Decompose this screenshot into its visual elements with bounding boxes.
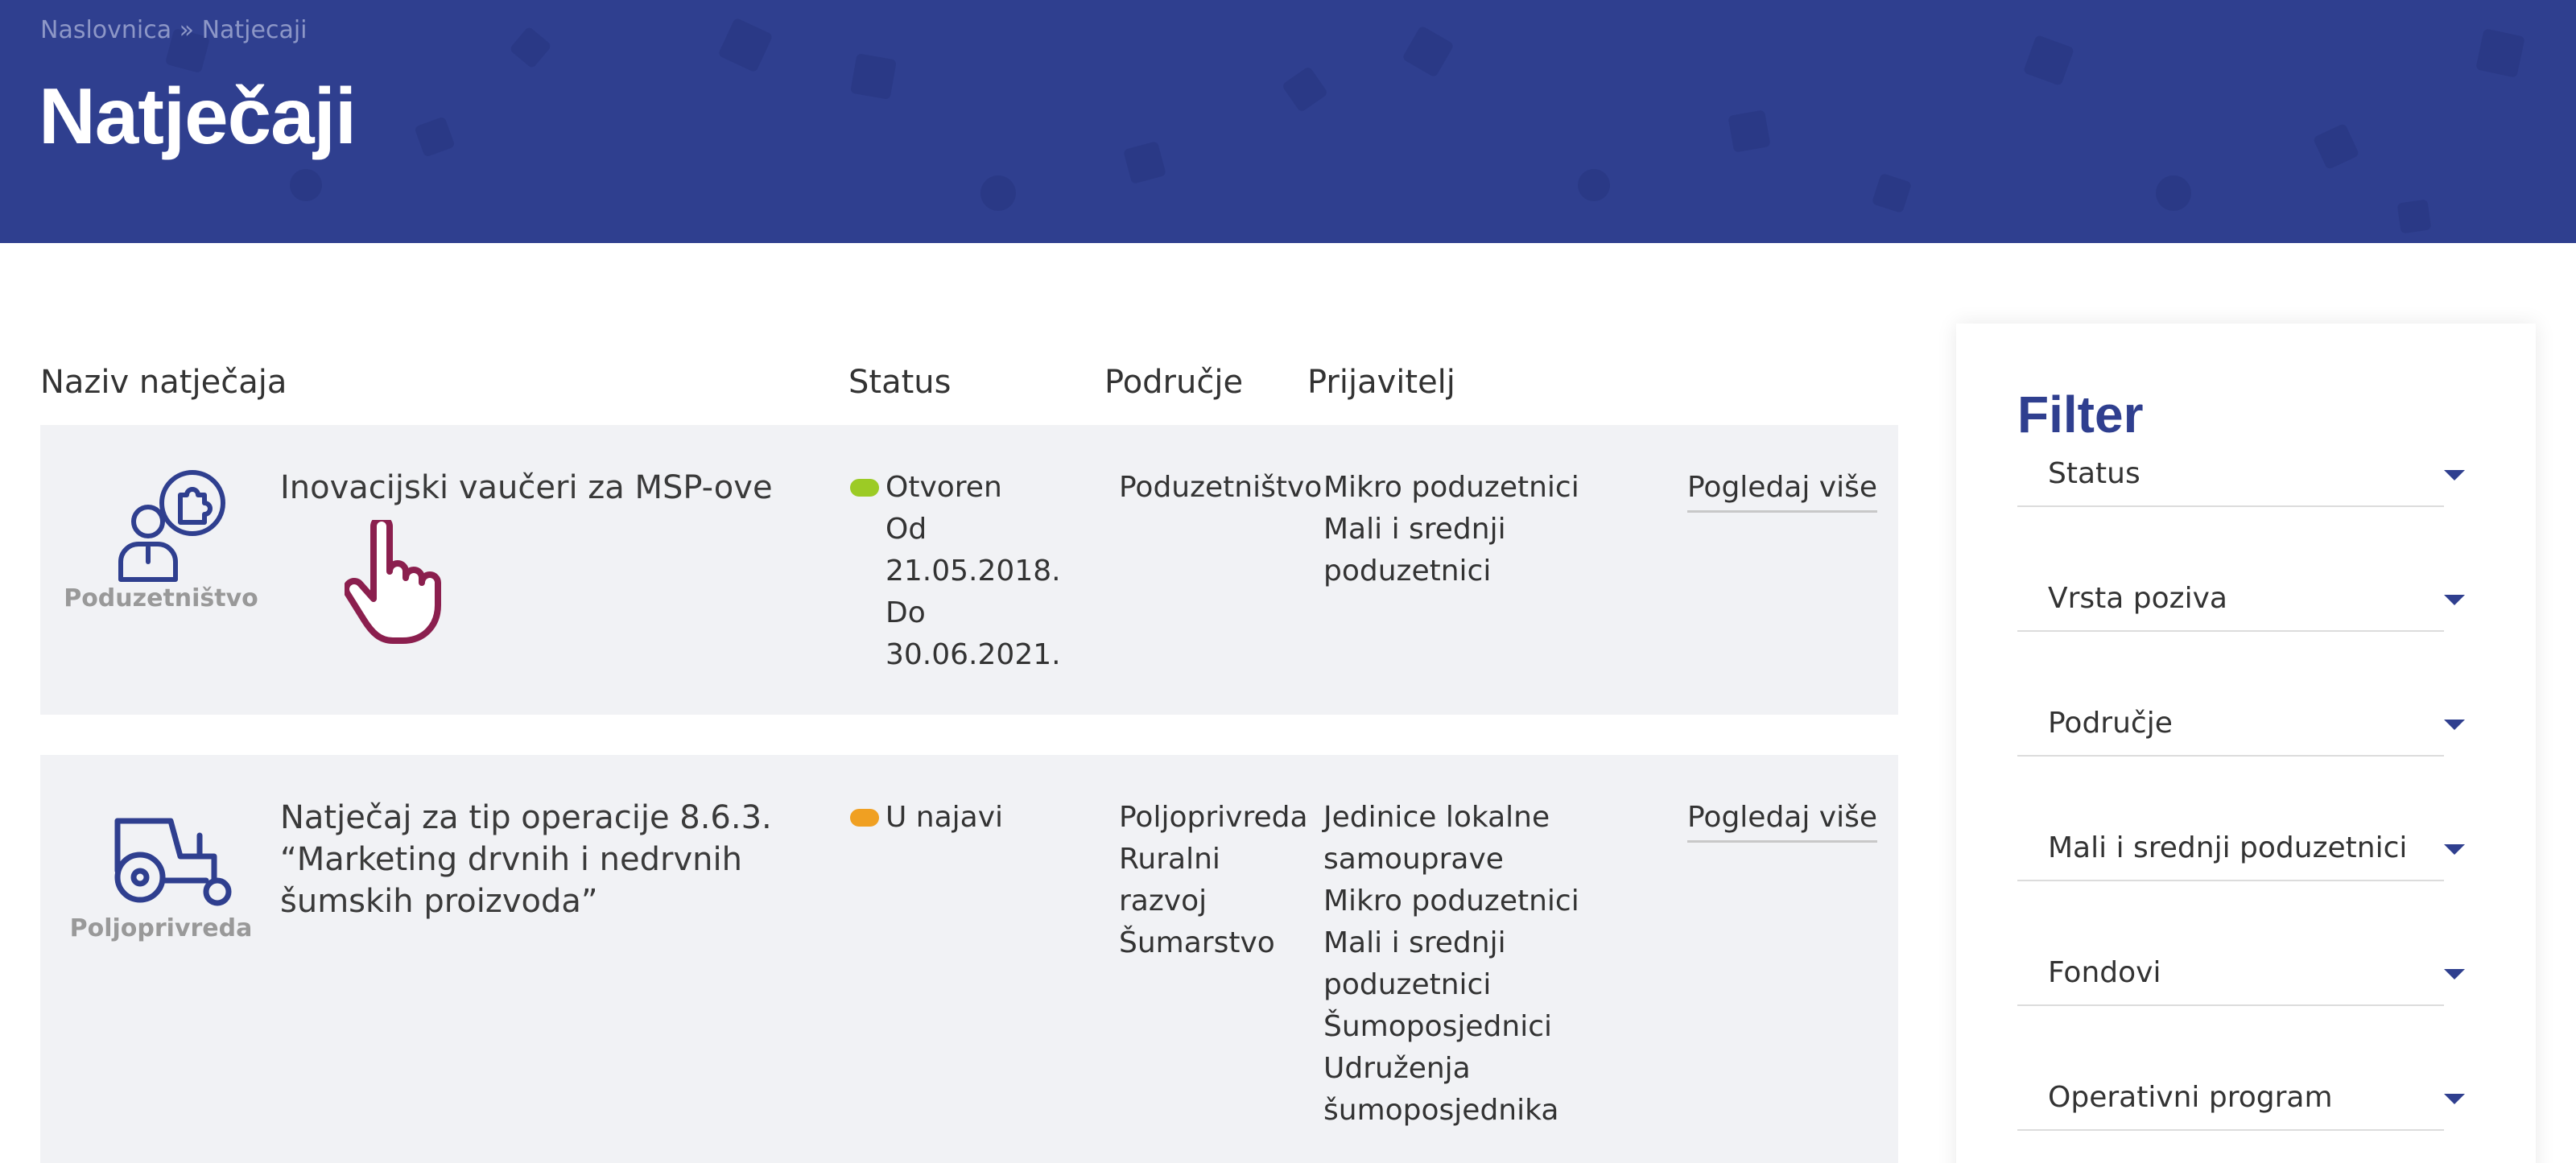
area-value: Ruralni bbox=[1119, 843, 1220, 876]
date-label-to: Do bbox=[886, 596, 926, 629]
filter-area-dropdown[interactable]: Područje bbox=[2017, 676, 2465, 757]
area-value: Poljoprivreda bbox=[1119, 801, 1308, 834]
caret-down-icon bbox=[2444, 470, 2465, 480]
applicant-value: samouprave bbox=[1323, 843, 1504, 876]
area-cell: Poduzetništvo bbox=[1119, 467, 1323, 509]
applicant-value: Šumoposjednici bbox=[1323, 1010, 1553, 1043]
filter-label: Mali i srednji poduzetnici bbox=[2048, 831, 2408, 864]
applicant-value: Mikro poduzetnici bbox=[1323, 471, 1579, 504]
applicant-cell: Jedinice lokalne samouprave Mikro poduze… bbox=[1323, 797, 1581, 1132]
area-value: Poduzetništvo bbox=[1119, 471, 1323, 504]
filter-label: Vrsta poziva bbox=[2048, 582, 2227, 615]
column-header-name: Naziv natječaja bbox=[40, 364, 287, 401]
page-header-banner: Naslovnica » Natjecaji Natječaji bbox=[0, 0, 2576, 243]
caret-down-icon bbox=[2444, 844, 2465, 855]
applicant-value: Jedinice lokalne bbox=[1323, 801, 1550, 834]
table-row: Poduzetništvo Inovacijski vaučeri za MSP… bbox=[40, 425, 1898, 715]
filter-label: Status bbox=[2048, 457, 2140, 490]
status-dot-upcoming bbox=[850, 809, 879, 827]
date-label-from: Od bbox=[886, 513, 927, 546]
filter-sme-dropdown[interactable]: Mali i srednji poduzetnici bbox=[2017, 801, 2465, 881]
applicant-value: poduzetnici bbox=[1323, 555, 1492, 588]
applicant-value: Mali i srednji bbox=[1323, 926, 1506, 959]
page-title: Natječaji bbox=[39, 72, 357, 160]
caret-down-icon bbox=[2444, 595, 2465, 605]
filter-label: Operativni program bbox=[2048, 1081, 2333, 1114]
competition-title-link[interactable]: Natječaj za tip operacije 8.6.3. “Market… bbox=[280, 797, 795, 922]
filter-operational-program-dropdown[interactable]: Operativni program bbox=[2017, 1050, 2465, 1131]
breadcrumb-current: Natjecaji bbox=[201, 16, 308, 44]
hand-pointer-cursor-icon bbox=[345, 520, 441, 644]
applicant-value: šumoposjednika bbox=[1323, 1094, 1559, 1127]
breadcrumb-home-link[interactable]: Naslovnica bbox=[40, 16, 171, 44]
status-cell: Otvoren Od 21.05.2018. Do 30.06.2021. bbox=[850, 467, 1084, 676]
filter-label: Područje bbox=[2048, 707, 2173, 740]
column-header-status: Status bbox=[848, 364, 952, 401]
applicant-value: Udruženja bbox=[1323, 1052, 1471, 1085]
filter-call-type-dropdown[interactable]: Vrsta poziva bbox=[2017, 551, 2465, 632]
applicant-cell: Mikro poduzetnici Mali i srednji poduzet… bbox=[1323, 467, 1581, 592]
filter-label: Fondovi bbox=[2048, 956, 2161, 989]
breadcrumb: Naslovnica » Natjecaji bbox=[40, 16, 308, 44]
column-header-area: Područje bbox=[1104, 364, 1244, 401]
status-badge: Otvoren bbox=[886, 471, 1002, 504]
view-more-link[interactable]: Pogledaj više bbox=[1687, 797, 1878, 843]
date-from: 21.05.2018. bbox=[886, 555, 1061, 588]
applicant-value: Mikro poduzetnici bbox=[1323, 885, 1579, 918]
breadcrumb-separator: » bbox=[179, 16, 195, 44]
filter-funds-dropdown[interactable]: Fondovi bbox=[2017, 926, 2465, 1006]
banner-pattern bbox=[166, 19, 2524, 233]
table-row: Poljoprivreda Natječaj za tip operacije … bbox=[40, 755, 1898, 1163]
row-area-label: Poljoprivreda bbox=[69, 914, 253, 942]
view-more-link[interactable]: Pogledaj više bbox=[1687, 467, 1878, 513]
area-value: razvoj bbox=[1119, 885, 1208, 918]
more-cell: Pogledaj više bbox=[1687, 797, 1880, 843]
filter-panel: Filter Status Vrsta poziva Područje Mali… bbox=[1956, 324, 2536, 1163]
caret-down-icon bbox=[2444, 969, 2465, 979]
tractor-icon bbox=[114, 818, 232, 906]
area-value: Šumarstvo bbox=[1119, 926, 1275, 959]
filter-status-dropdown[interactable]: Status bbox=[2017, 427, 2465, 507]
caret-down-icon bbox=[2444, 720, 2465, 730]
status-dot-open bbox=[850, 479, 879, 497]
status-badge: U najavi bbox=[886, 801, 1004, 834]
applicant-value: poduzetnici bbox=[1323, 968, 1492, 1001]
row-area-label: Poduzetništvo bbox=[64, 584, 258, 612]
competition-title-link[interactable]: Inovacijski vaučeri za MSP-ove bbox=[280, 467, 795, 509]
column-header-applicant: Prijavitelj bbox=[1307, 364, 1455, 401]
status-cell: U najavi bbox=[850, 797, 1084, 839]
applicant-value: Mali i srednji bbox=[1323, 513, 1506, 546]
date-to: 30.06.2021. bbox=[886, 638, 1061, 671]
area-cell: Poljoprivreda Ruralni razvoj Šumarstvo bbox=[1119, 797, 1312, 964]
more-cell: Pogledaj više bbox=[1687, 467, 1880, 513]
caret-down-icon bbox=[2444, 1094, 2465, 1104]
person-puzzle-icon bbox=[118, 470, 225, 582]
